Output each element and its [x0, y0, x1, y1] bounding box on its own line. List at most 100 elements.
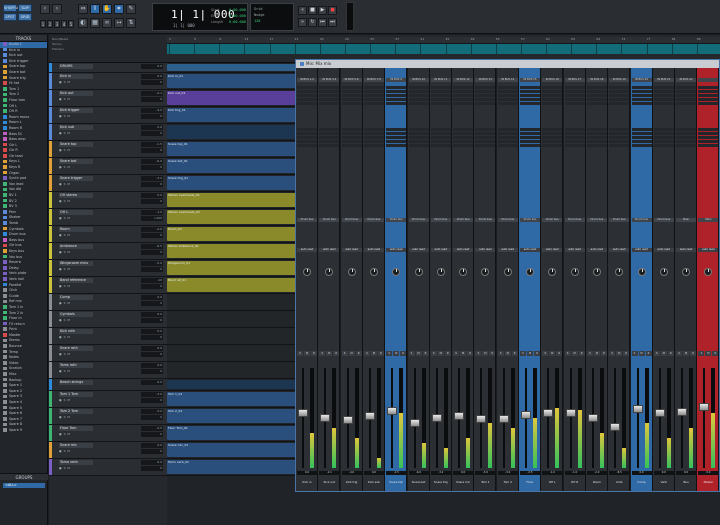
track-name[interactable]: Snare top	[59, 142, 93, 147]
send-slot[interactable]	[341, 128, 362, 131]
insert-slot[interactable]	[453, 86, 474, 89]
volume-readout[interactable]: 0.0	[453, 471, 474, 475]
insert-slot[interactable]	[542, 90, 563, 93]
strip-input-selector[interactable]: IN BUS 7-8	[363, 78, 384, 82]
send-slot[interactable]	[586, 136, 607, 139]
pencil-tool-icon[interactable]: ✎	[126, 4, 136, 14]
track-pan-readout[interactable]: 0	[141, 466, 163, 471]
send-slot[interactable]	[408, 144, 429, 147]
track-buttons[interactable]: ● S M	[59, 199, 71, 203]
insert-slot[interactable]	[453, 102, 474, 105]
track-volume-readout[interactable]: -3.0	[141, 409, 163, 414]
track-name[interactable]: Toms roth	[59, 363, 93, 368]
pan-knob[interactable]	[303, 268, 311, 276]
strip-button-r[interactable]: R	[355, 351, 362, 356]
automation-mode[interactable]: auto read	[564, 248, 585, 252]
fader-cap[interactable]	[543, 409, 554, 418]
automation-mode[interactable]: auto read	[676, 248, 697, 252]
track-pan-readout[interactable]: 0	[141, 398, 163, 403]
send-slot[interactable]	[341, 144, 362, 147]
strip-name[interactable]: Snare trig	[430, 480, 452, 491]
insert-slot[interactable]	[319, 94, 340, 97]
track-pan-readout[interactable]: 0	[141, 432, 163, 437]
send-slot[interactable]	[542, 132, 563, 135]
automation-mode[interactable]: auto read	[631, 248, 652, 252]
track-volume-readout[interactable]: -2.0	[141, 227, 163, 232]
send-slot[interactable]	[297, 140, 317, 143]
strip-name[interactable]: Verb	[653, 480, 675, 491]
send-slot[interactable]	[453, 132, 474, 135]
track-pan-readout[interactable]: 0	[141, 165, 163, 170]
strip-button-s[interactable]: S	[430, 351, 437, 356]
strip-button-m[interactable]: M	[527, 351, 533, 356]
send-slot[interactable]	[520, 128, 540, 131]
send-slot[interactable]	[609, 140, 630, 143]
insert-slot[interactable]	[386, 90, 407, 93]
strip-name[interactable]: Snare bot	[408, 480, 430, 491]
insert-slot[interactable]	[386, 94, 407, 97]
track-volume-readout[interactable]: 0.0	[141, 74, 163, 79]
record-button[interactable]: ●	[328, 6, 337, 15]
pan-knob[interactable]	[704, 268, 713, 276]
insert-slot[interactable]	[363, 94, 384, 97]
fader-cap[interactable]	[654, 409, 665, 418]
insert-slot[interactable]	[564, 98, 585, 101]
strip-output-selector[interactable]: Drum bus	[297, 218, 317, 222]
insert-slot[interactable]	[676, 86, 697, 89]
trim-tool-icon[interactable]: ⇔	[78, 4, 88, 14]
track-buttons[interactable]: ● S M	[59, 216, 71, 220]
sidebar-track-item[interactable]: Spare 9	[0, 428, 47, 434]
insert-slot[interactable]	[653, 94, 674, 97]
track-name[interactable]: Tom 1 Tom	[59, 392, 93, 397]
insert-slot[interactable]	[564, 90, 585, 93]
strip-button-s[interactable]: S	[698, 351, 705, 356]
track-name[interactable]: DRUMS	[59, 64, 93, 69]
track-pan-readout[interactable]: 0	[141, 182, 163, 187]
grid-nudge-panel[interactable]: Grid Nudge 120	[250, 3, 294, 31]
strip-output-selector[interactable]: Drum bus	[453, 218, 474, 222]
track-volume-readout[interactable]: -4.0	[141, 108, 163, 113]
insert-slot[interactable]	[631, 102, 652, 105]
insert-slot[interactable]	[475, 102, 496, 105]
send-slot[interactable]	[520, 136, 540, 139]
automation-mode[interactable]: auto read	[453, 248, 474, 252]
insert-slot[interactable]	[520, 102, 540, 105]
strip-output-selector[interactable]: Drum bus	[386, 218, 407, 222]
pan-knob[interactable]	[637, 268, 646, 276]
insert-slot[interactable]	[676, 90, 697, 93]
strip-input-selector[interactable]: IN BUS 13	[475, 78, 496, 82]
main-counter[interactable]: 1| 1| 000 1| 1| 000 Start End Length 0:0…	[152, 3, 248, 31]
volume-readout[interactable]: -3.0	[475, 471, 496, 475]
track-buttons[interactable]: ● S M	[59, 415, 71, 419]
insert-slot[interactable]	[698, 86, 719, 89]
pan-knob[interactable]	[369, 268, 378, 276]
send-slot[interactable]	[297, 136, 317, 139]
scrub-tool-icon[interactable]: ◐	[78, 18, 88, 28]
track-header[interactable]: Comp ● S M 0 0.0	[49, 294, 167, 311]
strip-button-s[interactable]: S	[609, 351, 616, 356]
volume-readout[interactable]: -2.5	[520, 471, 540, 475]
track-header[interactable]: OH L ● S M <100 -1.0	[49, 209, 167, 226]
fader-cap[interactable]	[632, 404, 643, 413]
strip-button-m[interactable]: M	[549, 351, 556, 356]
track-name[interactable]: Kick in	[59, 74, 93, 79]
insert-slot[interactable]	[520, 98, 540, 101]
send-slot[interactable]	[453, 128, 474, 131]
insert-slot[interactable]	[609, 90, 630, 93]
send-slot[interactable]	[497, 128, 518, 131]
track-volume-readout[interactable]: -3.2	[141, 176, 163, 181]
insert-slot[interactable]	[520, 94, 540, 97]
insert-slot[interactable]	[698, 98, 719, 101]
strip-button-r[interactable]: R	[489, 351, 496, 356]
send-slot[interactable]	[542, 136, 563, 139]
track-volume-readout[interactable]: 0.0	[141, 363, 163, 368]
insert-slot[interactable]	[408, 86, 429, 89]
send-slot[interactable]	[698, 136, 719, 139]
track-header[interactable]: Room ● S M 0 -2.0	[49, 226, 167, 243]
track-pan-readout[interactable]: 0	[141, 267, 163, 272]
insert-slot[interactable]	[520, 90, 540, 93]
insert-slot[interactable]	[430, 102, 451, 105]
track-header[interactable]: Kick out ● S M 0 -2.1	[49, 90, 167, 107]
send-slot[interactable]	[453, 144, 474, 147]
insert-slot[interactable]	[586, 98, 607, 101]
